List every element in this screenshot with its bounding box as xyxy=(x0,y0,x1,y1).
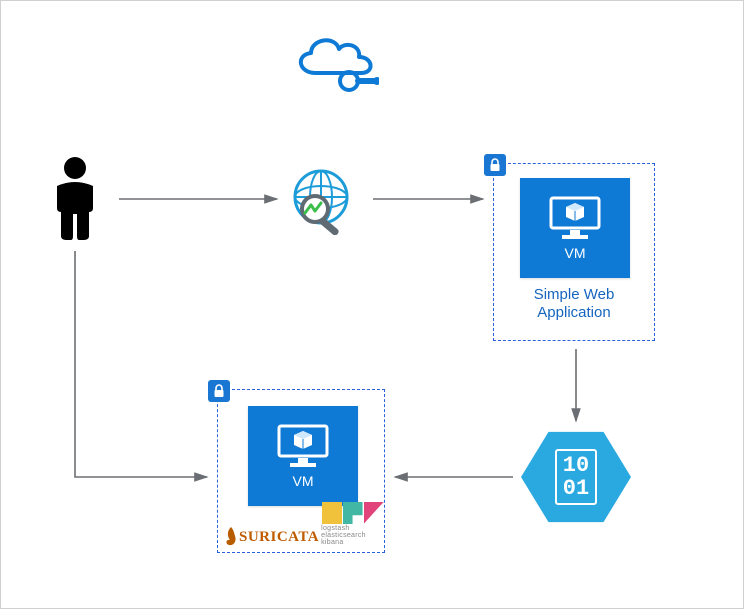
connectors xyxy=(1,1,744,610)
architecture-diagram: VM Simple WebApplication VM SURICATA xyxy=(0,0,744,609)
